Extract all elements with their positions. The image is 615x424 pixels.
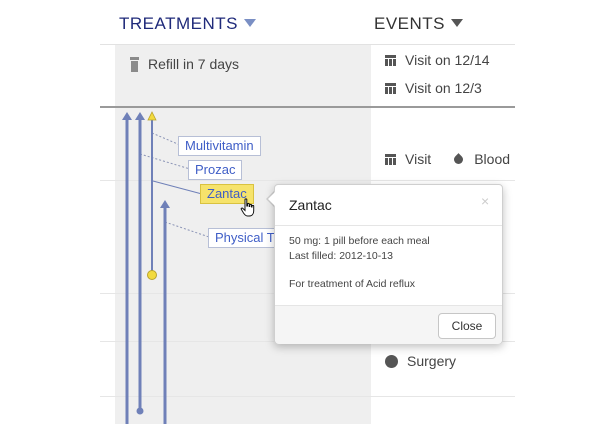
popover-arrow-inner (268, 192, 275, 206)
connector-line (151, 132, 181, 146)
event-label: Visit (405, 151, 432, 167)
connector-line (139, 153, 191, 170)
treatment-label[interactable]: Multivitamin (178, 136, 261, 156)
refill-text: Refill in 7 days (148, 56, 240, 72)
close-icon[interactable]: × (481, 193, 489, 209)
connector-line (164, 221, 213, 239)
refill-reminder: Refill in 7 days (130, 56, 239, 72)
summary-event-label: Visit on 12/14 (405, 52, 490, 68)
end-marker (136, 407, 144, 415)
connector-line (152, 180, 203, 195)
summary-event[interactable]: Visit on 12/14 (385, 52, 490, 68)
arrow-up-icon (160, 200, 170, 208)
summary-event[interactable]: Visit on 12/3 (385, 80, 482, 96)
column-header-bar (0, 0, 615, 44)
close-button[interactable]: Close (438, 313, 496, 339)
events-dropdown[interactable]: EVENTS (374, 14, 464, 34)
popover-title: Zantac (289, 197, 332, 213)
popover-purpose: For treatment of Acid reflux (289, 278, 416, 290)
dot-icon (385, 354, 398, 368)
end-marker (147, 270, 157, 280)
popover-footer: Close (275, 305, 502, 344)
caret-down-icon (243, 18, 256, 27)
treatment-popover: Zantac × 50 mg: 1 pill before each meal … (274, 184, 503, 344)
header-divider (100, 44, 515, 45)
calendar-icon (385, 153, 396, 165)
event-item[interactable]: Visit Blood (385, 151, 510, 167)
arrow-up-icon (122, 112, 132, 120)
popover-dosage: 50 mg: 1 pill before each meal (289, 235, 430, 247)
event-label: Blood (474, 151, 511, 167)
calendar-icon (385, 82, 396, 94)
events-header-label: EVENTS (374, 14, 446, 33)
treatment-label[interactable]: Prozac (188, 160, 243, 180)
pill-bottle-icon (130, 56, 139, 72)
calendar-icon (385, 54, 396, 66)
event-item[interactable]: Surgery (385, 353, 456, 369)
popover-last-filled: Last filled: 2012-10-13 (289, 250, 393, 262)
treatment-label[interactable]: Physical T (208, 228, 282, 248)
caret-down-icon (451, 18, 464, 27)
summary-event-label: Visit on 12/3 (405, 80, 482, 96)
hand-cursor-icon (240, 198, 255, 217)
arrow-up-icon (147, 111, 157, 121)
popover-divider (275, 225, 502, 226)
arrow-up-icon (135, 112, 145, 120)
event-label: Surgery (407, 353, 457, 369)
treatments-dropdown[interactable]: TREATMENTS (119, 14, 256, 34)
treatments-header-label: TREATMENTS (119, 14, 238, 33)
drop-icon (452, 152, 466, 166)
